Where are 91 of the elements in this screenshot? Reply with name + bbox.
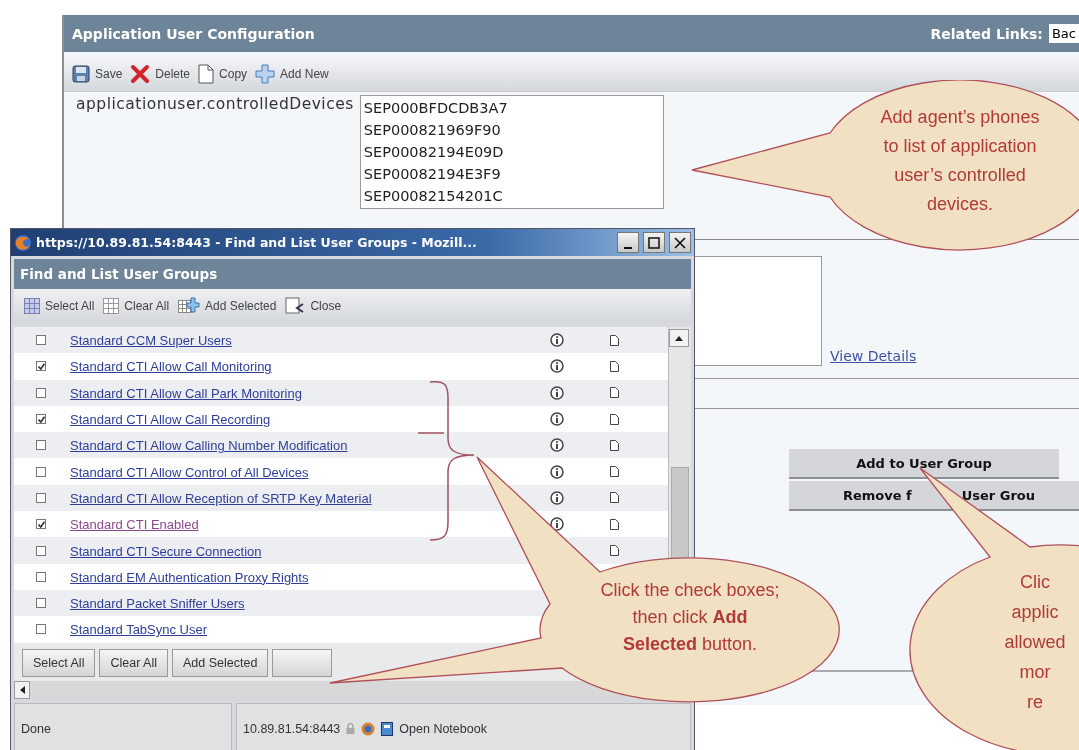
action-button[interactable]: Select All [22, 649, 96, 677]
close-button[interactable]: Close [285, 297, 342, 315]
globe-icon[interactable] [361, 721, 376, 736]
left-arrow-icon [19, 686, 25, 694]
checkbox[interactable] [36, 466, 46, 477]
up-arrow-icon [675, 335, 683, 341]
remove-from-group-button[interactable]: Remove f User Grou [789, 481, 1079, 511]
checkbox[interactable] [36, 387, 46, 398]
group-link[interactable]: Standard CTI Allow Call Recording [70, 412, 271, 428]
select-all-button[interactable]: Select All [24, 298, 95, 314]
info-icon[interactable] [550, 438, 564, 453]
partly-covered-button[interactable] [272, 649, 333, 677]
info-icon[interactable] [550, 490, 564, 505]
related-links-dropdown[interactable]: Bac [1048, 24, 1079, 43]
group-link[interactable]: Standard EM Authentication Proxy Rights [70, 569, 309, 585]
open-notebook-link[interactable]: Open Notebook [399, 721, 487, 736]
page-icon [198, 63, 215, 84]
checkbox[interactable] [36, 545, 46, 556]
list-item[interactable]: SEP00082194E3F9 [363, 163, 660, 185]
checkbox[interactable] [36, 519, 46, 530]
group-link[interactable]: Standard TabSync User [70, 622, 208, 638]
checkbox[interactable] [36, 414, 46, 425]
checkbox[interactable] [36, 571, 46, 582]
checkbox[interactable] [36, 335, 46, 346]
status-address: 10.89.81.54:8443 [243, 721, 341, 736]
action-button[interactable]: Add Selected [171, 649, 269, 677]
checkbox[interactable] [36, 492, 46, 503]
close-icon [674, 236, 686, 249]
devices-listbox[interactable]: SEP000BFDCDB3A7 SEP000821969F90 SEP00082194E09D SEP00082194E3F9 SEP00082154201C [359, 95, 664, 209]
scroll-up-button[interactable] [669, 329, 689, 347]
add-selected-button[interactable]: Add Selected [178, 297, 277, 315]
group-link[interactable]: Standard CTI Enabled [70, 517, 199, 533]
group-link[interactable]: Standard CCM Super Users [70, 333, 232, 349]
related-links-label: Related Links: [930, 25, 1043, 42]
minimize-icon [624, 246, 632, 249]
scroll-left-button[interactable] [14, 681, 30, 699]
delete-button[interactable]: Delete [130, 63, 191, 84]
close-window-icon [285, 297, 306, 315]
maximize-icon [648, 236, 660, 249]
plus-icon [255, 63, 276, 84]
close-button[interactable] [669, 232, 691, 253]
info-icon[interactable] [550, 385, 564, 400]
list-item[interactable]: SEP000BFDCDB3A7 [363, 97, 660, 119]
page-title: Application User Configuration [72, 25, 315, 42]
checkbox[interactable] [36, 598, 46, 609]
notebook-icon[interactable] [381, 721, 394, 736]
action-button[interactable]: Clear All [99, 649, 168, 677]
maximize-button[interactable] [643, 232, 665, 253]
checkbox[interactable] [36, 361, 46, 372]
copy-icon[interactable] [610, 387, 619, 399]
grid-icon [24, 298, 40, 314]
copy-icon[interactable] [610, 545, 619, 556]
copy-icon[interactable] [610, 492, 619, 504]
group-link[interactable]: Standard CTI Allow Call Monitoring [70, 359, 272, 375]
copy-icon[interactable] [610, 413, 619, 425]
group-link[interactable]: Standard CTI Secure Connection [70, 543, 262, 559]
info-icon[interactable] [550, 464, 564, 479]
copy-icon[interactable] [610, 334, 619, 346]
status-text: Done [14, 703, 232, 750]
callout-tooltip-text: Add agent’s phones to list of application user’s controlled devices. [879, 106, 1041, 216]
list-item[interactable]: SEP00082194E09D [363, 141, 660, 163]
copy-icon[interactable] [610, 466, 619, 478]
globe-icon [14, 233, 32, 252]
grid-plus-icon [178, 297, 201, 315]
group-link[interactable]: Standard Packet Sniffer Users [70, 596, 245, 612]
window-title: https://10.89.81.54:8443 - Find and List User Groups - Mozill... [36, 235, 478, 250]
clear-all-button[interactable]: Clear All [103, 298, 170, 314]
list-item[interactable]: SEP00082154201C [363, 185, 660, 207]
group-link[interactable]: Standard CTI Allow Control of All Devices [70, 464, 309, 480]
save-button[interactable]: Save [72, 64, 123, 83]
view-details-link[interactable]: View Details [830, 348, 917, 364]
delete-icon [130, 63, 151, 84]
copy-icon[interactable] [610, 360, 619, 372]
minimize-button[interactable] [617, 232, 639, 253]
section-heading: Find and List User Groups [14, 259, 691, 289]
checkbox[interactable] [36, 440, 46, 451]
copy-button[interactable]: Copy [198, 63, 248, 84]
list-item[interactable]: SEP000821969F90 [363, 119, 660, 141]
callout-tooltip-text: Click the check boxes; then click Add Selected button. [599, 579, 781, 656]
info-icon[interactable] [550, 359, 564, 374]
checkbox[interactable] [36, 624, 46, 635]
info-icon[interactable] [550, 333, 564, 348]
info-icon[interactable] [550, 412, 564, 427]
field-label: applicationuser.controlledDevices [76, 95, 354, 115]
lock-icon [346, 723, 356, 734]
callout-tooltip-text: Clic applic allowed mor re [1003, 571, 1067, 714]
copy-icon[interactable] [610, 439, 619, 451]
copy-icon[interactable] [610, 518, 619, 530]
add-button[interactable]: Add New [255, 63, 329, 84]
add-to-group-button[interactable]: Add to User Group [789, 449, 1059, 479]
grid-icon [103, 298, 120, 314]
